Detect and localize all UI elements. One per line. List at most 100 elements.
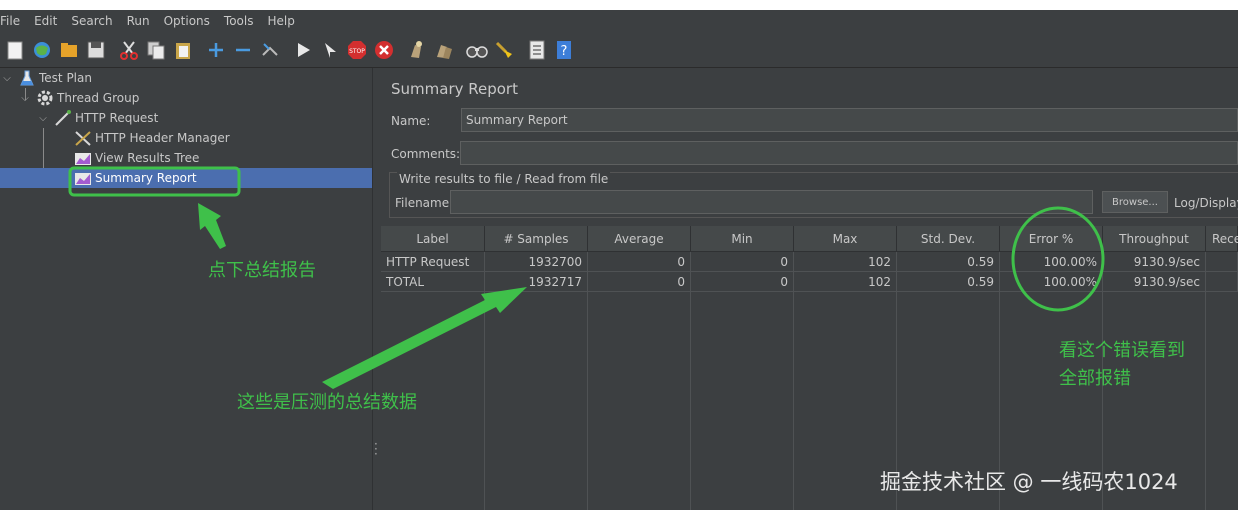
column-header-label[interactable]: Label	[381, 226, 485, 252]
toolbar: STOP ?	[0, 32, 1238, 68]
file-group-title: Write results to file / Read from file	[397, 172, 611, 186]
expand-icon[interactable]	[204, 38, 228, 62]
table-row[interactable]: TOTAL 1932717 0 0 102 0.59 100.00% 9130.…	[381, 272, 1238, 292]
tree-item-test-plan[interactable]: ⌵ Test Plan	[0, 68, 372, 88]
watermark: 掘金技术社区 @ 一线码农1024	[880, 470, 1178, 494]
new-icon[interactable]	[3, 38, 27, 62]
table-cell: 0	[691, 252, 794, 272]
tree-item-label: Test Plan	[39, 71, 92, 85]
menu-help[interactable]: Help	[260, 10, 301, 32]
table-cell: 9130.9/sec	[1103, 252, 1206, 272]
wrench-icon	[74, 130, 92, 146]
menu-edit[interactable]: Edit	[27, 10, 64, 32]
column-header-std-dev[interactable]: Std. Dev.	[897, 226, 1000, 252]
table-header: Label # Samples Average Min Max Std. Dev…	[381, 226, 1238, 252]
flask-icon	[18, 70, 36, 86]
menu-tools[interactable]: Tools	[217, 10, 261, 32]
search-icon[interactable]	[465, 38, 489, 62]
menu-file[interactable]: File	[0, 10, 27, 32]
table-cell	[1206, 272, 1238, 292]
pipette-icon	[54, 110, 72, 126]
clear-all-icon[interactable]	[432, 38, 456, 62]
comments-field[interactable]	[460, 141, 1238, 165]
table-cell: HTTP Request	[381, 252, 485, 272]
column-header-average[interactable]: Average	[588, 226, 691, 252]
table-cell: 100.00%	[1000, 252, 1103, 272]
table-cell: 102	[794, 272, 897, 292]
column-header-max[interactable]: Max	[794, 226, 897, 252]
svg-text:?: ?	[561, 44, 568, 59]
table-cell: 102	[794, 252, 897, 272]
table-cell: 0	[588, 272, 691, 292]
paste-icon[interactable]	[171, 38, 195, 62]
top-window-strip	[0, 0, 1238, 10]
start-no-pause-icon[interactable]	[318, 38, 342, 62]
column-header-error[interactable]: Error %	[1000, 226, 1103, 252]
summary-report-panel: Summary Report Name: Summary Report Comm…	[381, 68, 1238, 510]
column-header-throughput[interactable]: Throughput	[1103, 226, 1206, 252]
table-cell: 0	[691, 272, 794, 292]
comments-label: Comments:	[391, 147, 461, 161]
table-cell: 0	[588, 252, 691, 272]
menu-run[interactable]: Run	[120, 10, 157, 32]
filename-label: Filename	[395, 196, 450, 210]
save-icon[interactable]	[84, 38, 108, 62]
table-cell: 0.59	[897, 252, 1000, 272]
log-display-label: Log/Display	[1174, 196, 1238, 210]
svg-text:STOP: STOP	[349, 48, 365, 55]
column-header-min[interactable]: Min	[691, 226, 794, 252]
annotation-error-line1: 看这个错误看到	[1059, 340, 1185, 361]
chevron-down-icon[interactable]: ⌵	[36, 113, 50, 124]
table-cell: 1932700	[485, 252, 588, 272]
annotation-error-line2: 全部报错	[1059, 368, 1131, 389]
menu-bar: File Edit Search Run Options Tools Help	[0, 10, 1238, 32]
tree-item-label: HTTP Header Manager	[95, 131, 230, 145]
splitter-handle-icon[interactable]: · · ·	[374, 438, 378, 460]
filename-field[interactable]	[450, 190, 1093, 214]
table-cell: 100.00%	[1000, 272, 1103, 292]
tree-item-view-results-tree[interactable]: View Results Tree	[0, 148, 372, 168]
test-plan-tree: ⌵ Test Plan ⌵ Thread Group ⌵ HTTP Reques…	[0, 68, 372, 510]
name-field[interactable]: Summary Report	[461, 108, 1238, 132]
table-cell: TOTAL	[381, 272, 485, 292]
table-cell: 9130.9/sec	[1103, 272, 1206, 292]
tree-item-header-manager[interactable]: HTTP Header Manager	[0, 128, 372, 148]
column-header-samples[interactable]: # Samples	[485, 226, 588, 252]
chart-icon	[74, 150, 92, 166]
table-cell: 0.59	[897, 272, 1000, 292]
tree-item-label: Thread Group	[57, 91, 140, 105]
annotation-summary-data: 这些是压测的总结数据	[237, 392, 417, 413]
reset-search-icon[interactable]	[492, 38, 516, 62]
tree-item-label: View Results Tree	[95, 151, 200, 165]
function-helper-icon[interactable]	[525, 38, 549, 62]
collapse-icon[interactable]	[231, 38, 255, 62]
cut-icon[interactable]	[117, 38, 141, 62]
tree-item-label: Summary Report	[95, 171, 197, 185]
browse-button[interactable]: Browse...	[1102, 191, 1168, 213]
copy-icon[interactable]	[144, 38, 168, 62]
page-title: Summary Report	[391, 80, 518, 98]
clear-icon[interactable]	[405, 38, 429, 62]
shutdown-icon[interactable]	[372, 38, 396, 62]
chevron-down-icon[interactable]: ⌵	[0, 73, 14, 84]
chevron-down-icon[interactable]: ⌵	[18, 93, 32, 104]
tree-item-http-request[interactable]: ⌵ HTTP Request	[0, 108, 372, 128]
annotation-click-summary: 点下总结报告	[208, 260, 316, 281]
chart-icon	[74, 170, 92, 186]
toggle-icon[interactable]	[258, 38, 282, 62]
tree-item-summary-report[interactable]: Summary Report	[0, 168, 372, 188]
open-icon[interactable]	[57, 38, 81, 62]
menu-options[interactable]: Options	[157, 10, 217, 32]
tree-item-thread-group[interactable]: ⌵ Thread Group	[0, 88, 372, 108]
column-header-received[interactable]: Rece	[1206, 226, 1238, 252]
table-cell: 1932717	[485, 272, 588, 292]
menu-search[interactable]: Search	[64, 10, 119, 32]
tree-item-label: HTTP Request	[75, 111, 159, 125]
help-icon[interactable]: ?	[552, 38, 576, 62]
templates-icon[interactable]	[30, 38, 54, 62]
table-row[interactable]: HTTP Request 1932700 0 0 102 0.59 100.00…	[381, 252, 1238, 272]
stop-icon[interactable]: STOP	[345, 38, 369, 62]
start-icon[interactable]	[291, 38, 315, 62]
name-label: Name:	[391, 114, 431, 128]
table-cell	[1206, 252, 1238, 272]
